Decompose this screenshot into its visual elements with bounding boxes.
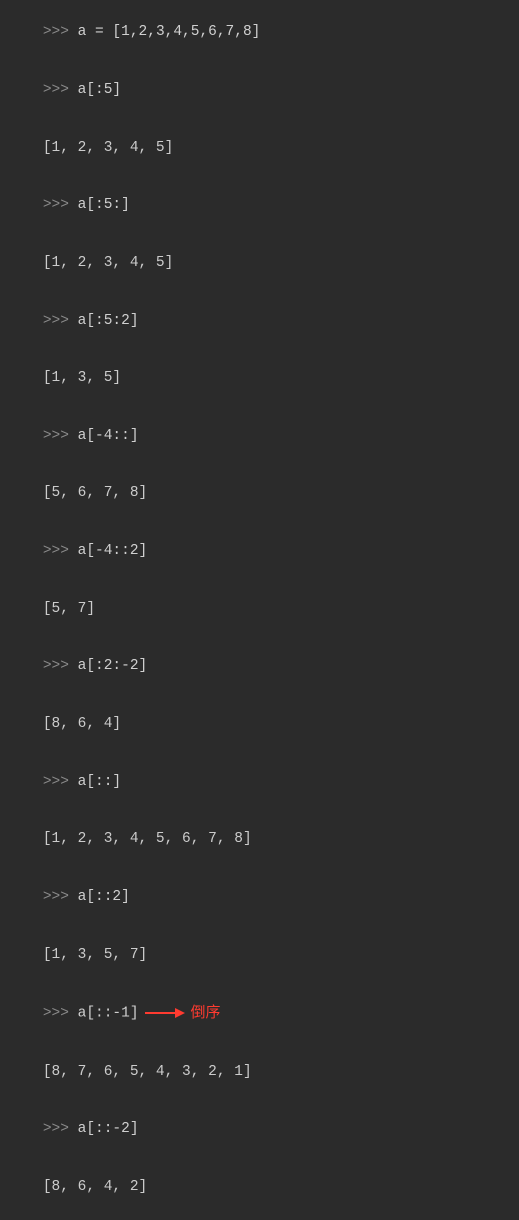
repl-input-line: >>> a[:2:-2] xyxy=(8,638,511,696)
repl-output: [8, 6, 4, 2] xyxy=(43,1179,147,1195)
repl-code: a[-4::] xyxy=(78,428,139,444)
repl-output: [1, 2, 3, 4, 5] xyxy=(43,255,174,271)
repl-code: a[::-2] xyxy=(78,1121,139,1137)
repl-prompt: >>> xyxy=(43,428,69,444)
arrow-right-icon xyxy=(145,1007,185,1019)
repl-output-line: [8, 6, 4, 2] xyxy=(8,1159,511,1217)
repl-output-line: [5, 6, 7, 8] xyxy=(8,465,511,523)
repl-output: [1, 2, 3, 4, 5, 6, 7, 8] xyxy=(43,831,252,847)
repl-input-line: >>> a[:5:2] xyxy=(8,292,511,350)
repl-input-line: >>> a[-4::2] xyxy=(8,523,511,581)
repl-prompt: >>> xyxy=(43,774,69,790)
repl-output-line: [1, 3, 5, 7] xyxy=(8,927,511,985)
repl-prompt: >>> xyxy=(43,313,69,329)
repl-output-line: [8, 6, 4] xyxy=(8,696,511,754)
repl-code: a[:5] xyxy=(78,82,122,98)
repl-output-line: [5, 7] xyxy=(8,581,511,639)
repl-prompt: >>> xyxy=(43,889,69,905)
repl-input-line: >>> a[:5:] xyxy=(8,177,511,235)
repl-output-line: [1, 2, 3, 4, 5] xyxy=(8,119,511,177)
repl-output-line: [1, 3, 5] xyxy=(8,350,511,408)
repl-code: a[:5:] xyxy=(78,197,130,213)
repl-prompt: >>> xyxy=(43,658,69,674)
repl-output-line: [1, 2, 3, 4, 5] xyxy=(8,235,511,293)
repl-input-line: >>> a[::2] xyxy=(8,869,511,927)
repl-code: a[::] xyxy=(78,774,122,790)
repl-input-line: >>> a[:5] xyxy=(8,62,511,120)
repl-output: [1, 3, 5] xyxy=(43,370,121,386)
repl-output: [1, 3, 5, 7] xyxy=(43,947,147,963)
annotation-label: 倒序 xyxy=(191,1005,221,1021)
repl-code: a[::2] xyxy=(78,889,130,905)
repl-prompt: >>> xyxy=(43,1006,69,1022)
repl-input-line: >>> a[::-1] 倒序 xyxy=(8,984,511,1043)
repl-input-line: >>> a[::-2] xyxy=(8,1101,511,1159)
repl-code: a[-4::2] xyxy=(78,543,148,559)
repl-code: a = [1,2,3,4,5,6,7,8] xyxy=(78,24,261,40)
repl-output: [1, 2, 3, 4, 5] xyxy=(43,140,174,156)
repl-prompt: >>> xyxy=(43,543,69,559)
repl-output-line: [8, 7, 6, 5, 4, 3, 2, 1] xyxy=(8,1044,511,1102)
repl-prompt: >>> xyxy=(43,1121,69,1137)
repl-input-line: >>> a[-4::] xyxy=(8,408,511,466)
repl-code: a[::-1] xyxy=(78,1006,139,1022)
repl-output: [8, 7, 6, 5, 4, 3, 2, 1] xyxy=(43,1064,252,1080)
repl-output: [5, 6, 7, 8] xyxy=(43,485,147,501)
repl-prompt: >>> xyxy=(43,197,69,213)
repl-output-line: [1, 2, 3, 4, 5, 6, 7, 8] xyxy=(8,811,511,869)
repl-prompt: >>> xyxy=(43,24,69,40)
repl-output: [8, 6, 4] xyxy=(43,716,121,732)
repl-code: a[:5:2] xyxy=(78,313,139,329)
repl-output: [5, 7] xyxy=(43,601,95,617)
repl-input-line: >>> a = [1,2,3,4,5,6,7,8] xyxy=(8,4,511,62)
terminal-window[interactable]: >>> a = [1,2,3,4,5,6,7,8] >>> a[:5] [1, … xyxy=(0,0,519,1220)
repl-input-line: >>> a[::] xyxy=(8,754,511,812)
repl-code: a[:2:-2] xyxy=(78,658,148,674)
repl-prompt: >>> xyxy=(43,82,69,98)
